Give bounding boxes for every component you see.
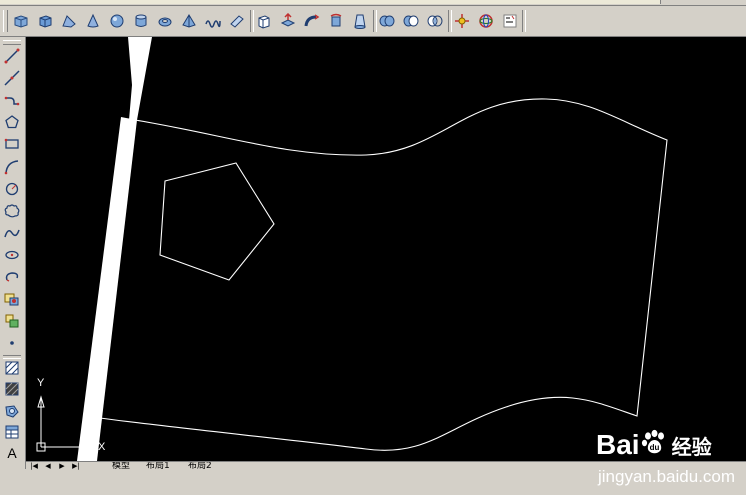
- modeling-toolbar: [0, 6, 746, 37]
- rectangle-icon[interactable]: [2, 134, 22, 154]
- insert-block-icon[interactable]: [2, 289, 22, 309]
- toolbar-separator: [522, 10, 526, 32]
- top-toolbar-segment: [450, 0, 661, 4]
- spline-icon[interactable]: [2, 223, 22, 243]
- region-icon[interactable]: [2, 401, 22, 421]
- 3d-align-icon[interactable]: [500, 11, 520, 31]
- polygon-icon[interactable]: [2, 112, 22, 132]
- box-icon[interactable]: [35, 11, 55, 31]
- flagpole-shaft: [77, 117, 137, 461]
- ellipse-icon[interactable]: [2, 245, 22, 265]
- circle-icon[interactable]: [2, 179, 22, 199]
- ucs-y-label: Y: [37, 377, 45, 389]
- polyline-icon[interactable]: [2, 90, 22, 110]
- svg-text:du: du: [649, 443, 659, 452]
- intersect-icon[interactable]: [425, 11, 445, 31]
- ucs-x-label: X: [98, 441, 106, 453]
- baidu-jingyan-watermark: Bai du 经验 jingyan.baidu.com: [596, 425, 746, 495]
- union-icon[interactable]: [377, 11, 397, 31]
- toolbar-grip[interactable]: [3, 10, 8, 32]
- loft-icon[interactable]: [350, 11, 370, 31]
- watermark-brand-left: Bai: [596, 429, 640, 460]
- 3d-move-icon[interactable]: [452, 11, 472, 31]
- ellipse-arc-icon[interactable]: [2, 267, 22, 287]
- revision-cloud-icon[interactable]: [2, 201, 22, 221]
- gradient-icon[interactable]: [2, 379, 22, 399]
- point-icon[interactable]: [2, 333, 22, 353]
- helix-icon[interactable]: [203, 11, 223, 31]
- table-icon[interactable]: [2, 422, 22, 442]
- 3d-rotate-icon[interactable]: [476, 11, 496, 31]
- draw-toolbar: A: [0, 37, 26, 469]
- drawing-svg: [36, 37, 668, 461]
- revolve-icon[interactable]: [326, 11, 346, 31]
- flagpole-top-tip: [128, 37, 152, 120]
- flag-outline[interactable]: [99, 98, 668, 451]
- construction-line-icon[interactable]: [2, 68, 22, 88]
- hatch-icon[interactable]: [2, 358, 22, 378]
- sphere-icon[interactable]: [107, 11, 127, 31]
- line-icon[interactable]: [2, 46, 22, 66]
- baidu-paw-logo-icon: du: [641, 429, 667, 462]
- watermark-brand: Bai du 经验: [596, 425, 712, 465]
- torus-icon[interactable]: [155, 11, 175, 31]
- pyramid-icon[interactable]: [179, 11, 199, 31]
- text-tool-label: A: [7, 445, 17, 461]
- pentagon-shape[interactable]: [159, 162, 275, 281]
- top-toolbar-segment: [0, 0, 301, 4]
- watermark-brand-right: 经验: [671, 436, 712, 459]
- planar-surface-icon[interactable]: [227, 11, 247, 31]
- drawing-canvas[interactable]: Y X Bai du 经验 jingyan.baidu.com: [26, 37, 746, 486]
- toolbar-grip[interactable]: [3, 40, 21, 45]
- multiline-text-button[interactable]: A: [2, 443, 22, 463]
- polysolid-icon[interactable]: [11, 11, 31, 31]
- extrude-icon[interactable]: [254, 11, 274, 31]
- presspull-icon[interactable]: [278, 11, 298, 31]
- watermark-url: jingyan.baidu.com: [598, 467, 736, 486]
- cone-icon[interactable]: [83, 11, 103, 31]
- make-block-icon[interactable]: [2, 311, 22, 331]
- cylinder-icon[interactable]: [131, 11, 151, 31]
- arc-icon[interactable]: [2, 157, 22, 177]
- subtract-icon[interactable]: [401, 11, 421, 31]
- top-toolbar-segment: [300, 0, 451, 4]
- wedge-icon[interactable]: [59, 11, 79, 31]
- sweep-icon[interactable]: [302, 11, 322, 31]
